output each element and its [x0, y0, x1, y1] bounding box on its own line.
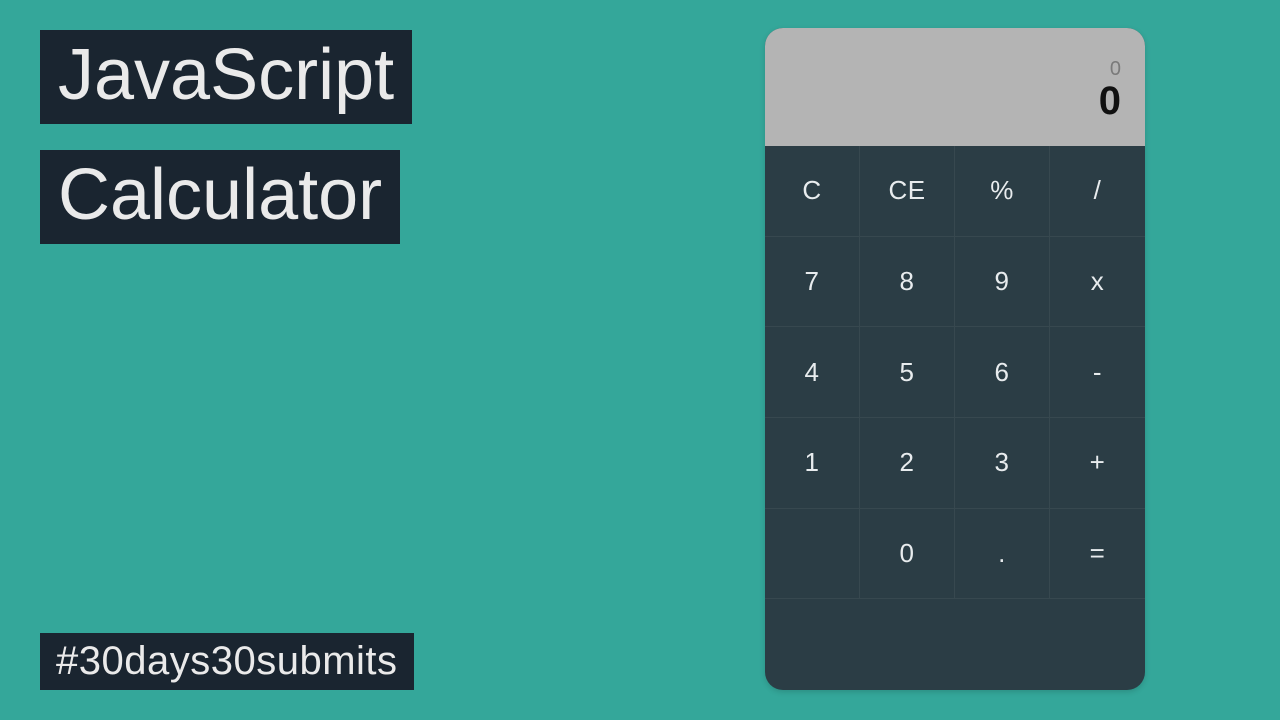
key-subtract[interactable]: -	[1050, 327, 1145, 418]
key-5[interactable]: 5	[860, 327, 955, 418]
display-primary: 0	[1099, 81, 1121, 121]
calculator: 0 0 C CE % / 7 8 9 x 4 5 6 - 1 2 3 + 0 .…	[765, 28, 1145, 690]
key-clear[interactable]: C	[765, 146, 860, 237]
title-line-1: JavaScript	[40, 30, 412, 124]
key-0[interactable]: 0	[860, 509, 955, 600]
key-multiply[interactable]: x	[1050, 237, 1145, 328]
calculator-display: 0 0	[765, 28, 1145, 146]
key-1[interactable]: 1	[765, 418, 860, 509]
key-divide[interactable]: /	[1050, 146, 1145, 237]
key-add[interactable]: +	[1050, 418, 1145, 509]
key-9[interactable]: 9	[955, 237, 1050, 328]
calculator-keypad: C CE % / 7 8 9 x 4 5 6 - 1 2 3 + 0 . =	[765, 146, 1145, 690]
key-3[interactable]: 3	[955, 418, 1050, 509]
key-equals[interactable]: =	[1050, 509, 1145, 600]
key-percent[interactable]: %	[955, 146, 1050, 237]
key-4[interactable]: 4	[765, 327, 860, 418]
key-decimal[interactable]: .	[955, 509, 1050, 600]
key-clear-entry[interactable]: CE	[860, 146, 955, 237]
key-2[interactable]: 2	[860, 418, 955, 509]
key-6[interactable]: 6	[955, 327, 1050, 418]
title-line-2: Calculator	[40, 150, 400, 244]
key-7[interactable]: 7	[765, 237, 860, 328]
hashtag-label: #30days30submits	[40, 633, 414, 690]
key-blank	[765, 509, 860, 600]
display-secondary: 0	[1110, 59, 1121, 79]
key-8[interactable]: 8	[860, 237, 955, 328]
